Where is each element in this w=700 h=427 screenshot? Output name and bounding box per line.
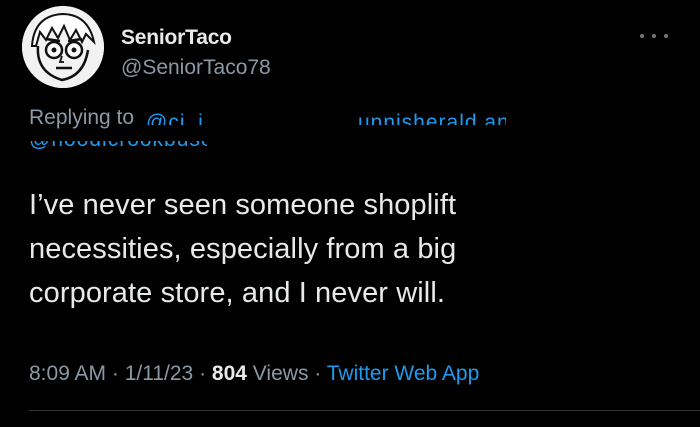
reply-mentions-line1[interactable]: @ci_j ___ ___ ___ _unnisherald and xyxy=(146,113,506,125)
more-dot-icon xyxy=(652,34,656,38)
author-handle[interactable]: @SeniorTaco78 xyxy=(121,56,271,80)
replying-to-prefix: Replying to xyxy=(29,106,135,129)
divider xyxy=(29,410,700,411)
more-dot-icon xyxy=(664,34,668,38)
reply-mentions-line2[interactable]: @hoodlcrookbusor xyxy=(29,141,207,152)
more-dot-icon xyxy=(640,34,644,38)
avatar[interactable] xyxy=(22,6,104,88)
tweet-date[interactable]: 1/11/23 xyxy=(125,362,194,385)
reply-mentions-redacted[interactable]: @ci_j ___ ___ ___ _unnisherald and xyxy=(146,113,506,125)
tweet-text-line: necessities, especially from a big xyxy=(29,233,457,265)
meta-separator: · xyxy=(308,362,327,385)
views-label[interactable]: Views xyxy=(247,362,309,385)
tweet-card: SeniorTaco @SeniorTaco78 Replying to @ci… xyxy=(0,0,700,427)
replying-to-label: Replying to xyxy=(29,106,134,130)
reply-mentions-redacted-2[interactable]: @hoodlcrookbusor xyxy=(29,141,207,159)
tweet-time[interactable]: 8:09 AM xyxy=(29,362,106,385)
author-display-name[interactable]: SeniorTaco xyxy=(121,26,232,50)
tweet-text-line: I’ve never seen someone shoplift xyxy=(29,189,457,221)
tweet-meta: 8:09 AM · 1/11/23 · 804 Views · Twitter … xyxy=(29,362,479,386)
meta-separator: · xyxy=(193,362,212,385)
source-link[interactable]: Twitter Web App xyxy=(327,362,480,385)
tweet-text: I’ve never seen someone shoplift necessi… xyxy=(29,183,669,315)
tweet-text-line: corporate store, and I never will. xyxy=(29,277,446,309)
views-count[interactable]: 804 xyxy=(212,362,247,385)
more-options-button[interactable] xyxy=(640,26,668,46)
cartoon-face-icon xyxy=(22,6,104,88)
meta-separator: · xyxy=(106,362,125,385)
